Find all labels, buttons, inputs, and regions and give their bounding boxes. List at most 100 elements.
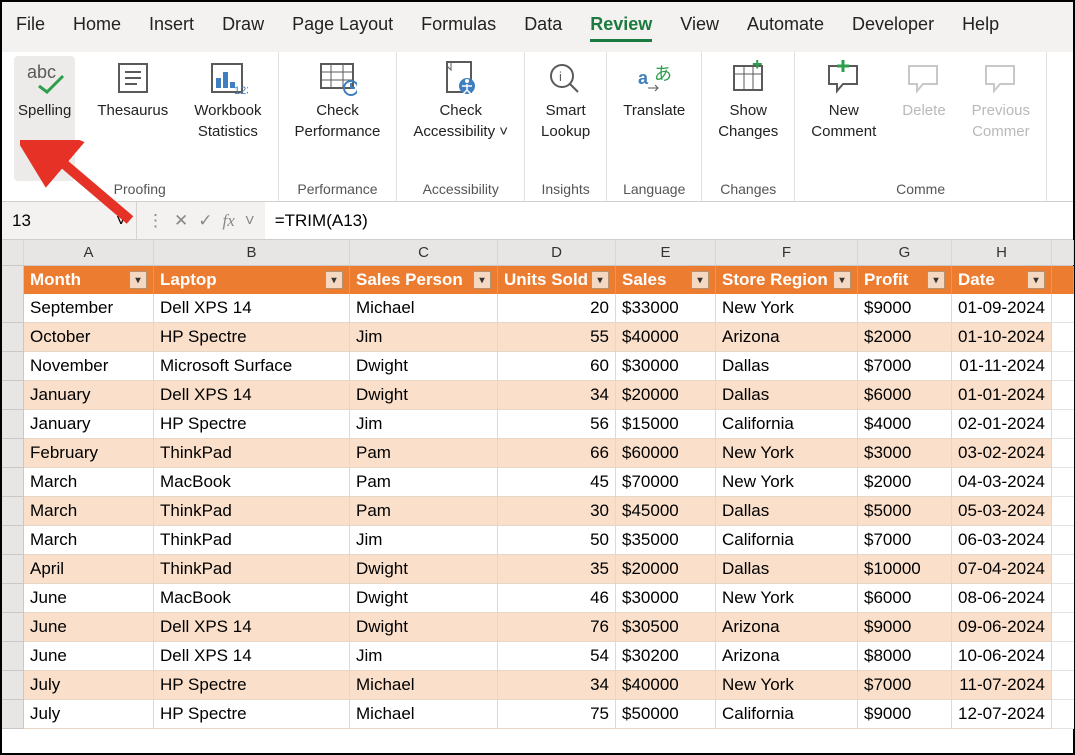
spelling-button[interactable]: abcSpelling bbox=[14, 56, 75, 181]
fx-icon[interactable]: fx bbox=[223, 211, 235, 231]
data-cell[interactable]: 01-10-2024 bbox=[952, 323, 1052, 352]
data-cell[interactable]: $15000 bbox=[616, 410, 716, 439]
smart-lookup-button[interactable]: iSmartLookup bbox=[537, 56, 594, 181]
data-cell[interactable]: January bbox=[24, 410, 154, 439]
data-cell[interactable]: $5000 bbox=[858, 497, 952, 526]
data-cell[interactable]: New York bbox=[716, 294, 858, 323]
header-cell-sales[interactable]: Sales▾ bbox=[616, 266, 716, 294]
row-number[interactable] bbox=[2, 613, 24, 642]
data-cell[interactable]: 09-06-2024 bbox=[952, 613, 1052, 642]
data-cell[interactable]: Dallas bbox=[716, 497, 858, 526]
data-cell[interactable]: January bbox=[24, 381, 154, 410]
data-cell[interactable]: $2000 bbox=[858, 468, 952, 497]
column-header-E[interactable]: E bbox=[616, 240, 716, 265]
menu-tab-insert[interactable]: Insert bbox=[149, 14, 194, 42]
column-header-F[interactable]: F bbox=[716, 240, 858, 265]
workbook-stats-button[interactable]: 123WorkbookStatistics bbox=[190, 56, 265, 181]
data-cell[interactable]: March bbox=[24, 468, 154, 497]
overflow-cell[interactable] bbox=[1052, 381, 1074, 410]
data-cell[interactable]: New York bbox=[716, 468, 858, 497]
filter-dropdown-icon[interactable]: ▾ bbox=[591, 271, 609, 289]
data-cell[interactable]: $9000 bbox=[858, 700, 952, 729]
data-cell[interactable]: Michael bbox=[350, 700, 498, 729]
data-cell[interactable]: 55 bbox=[498, 323, 616, 352]
data-cell[interactable]: October bbox=[24, 323, 154, 352]
menu-tab-draw[interactable]: Draw bbox=[222, 14, 264, 42]
menu-tab-help[interactable]: Help bbox=[962, 14, 999, 42]
menu-tab-formulas[interactable]: Formulas bbox=[421, 14, 496, 42]
data-cell[interactable]: 66 bbox=[498, 439, 616, 468]
data-cell[interactable]: Dell XPS 14 bbox=[154, 381, 350, 410]
data-cell[interactable]: New York bbox=[716, 671, 858, 700]
row-number[interactable] bbox=[2, 294, 24, 323]
data-cell[interactable]: New York bbox=[716, 439, 858, 468]
data-cell[interactable]: Dwight bbox=[350, 613, 498, 642]
overflow-cell[interactable] bbox=[1052, 700, 1074, 729]
data-cell[interactable]: 54 bbox=[498, 642, 616, 671]
row-number[interactable] bbox=[2, 700, 24, 729]
thesaurus-button[interactable]: Thesaurus bbox=[93, 56, 172, 181]
data-cell[interactable]: 01-11-2024 bbox=[952, 352, 1052, 381]
data-cell[interactable]: 05-03-2024 bbox=[952, 497, 1052, 526]
overflow-cell[interactable] bbox=[1052, 526, 1074, 555]
column-header-A[interactable]: A bbox=[24, 240, 154, 265]
header-cell-store-region[interactable]: Store Region▾ bbox=[716, 266, 858, 294]
data-cell[interactable]: Pam bbox=[350, 468, 498, 497]
data-cell[interactable]: $60000 bbox=[616, 439, 716, 468]
formula-input[interactable] bbox=[265, 202, 1073, 239]
select-all-corner[interactable] bbox=[2, 240, 24, 265]
data-cell[interactable]: $40000 bbox=[616, 671, 716, 700]
select-all-corner[interactable] bbox=[1052, 240, 1074, 265]
data-cell[interactable]: HP Spectre bbox=[154, 671, 350, 700]
data-cell[interactable]: $50000 bbox=[616, 700, 716, 729]
menu-tab-automate[interactable]: Automate bbox=[747, 14, 824, 42]
overflow-cell[interactable] bbox=[1052, 584, 1074, 613]
data-cell[interactable]: $20000 bbox=[616, 555, 716, 584]
data-cell[interactable]: Jim bbox=[350, 642, 498, 671]
menu-tab-developer[interactable]: Developer bbox=[852, 14, 934, 42]
enter-icon[interactable]: ✓ bbox=[198, 211, 212, 231]
data-cell[interactable]: $40000 bbox=[616, 323, 716, 352]
data-cell[interactable]: Arizona bbox=[716, 642, 858, 671]
data-cell[interactable]: HP Spectre bbox=[154, 700, 350, 729]
data-cell[interactable]: $7000 bbox=[858, 526, 952, 555]
column-header-D[interactable]: D bbox=[498, 240, 616, 265]
data-cell[interactable]: $9000 bbox=[858, 294, 952, 323]
data-cell[interactable]: $7000 bbox=[858, 671, 952, 700]
data-cell[interactable]: 01-09-2024 bbox=[952, 294, 1052, 323]
data-cell[interactable]: Dallas bbox=[716, 381, 858, 410]
data-cell[interactable]: MacBook bbox=[154, 468, 350, 497]
filter-dropdown-icon[interactable]: ▾ bbox=[325, 271, 343, 289]
filter-dropdown-icon[interactable]: ▾ bbox=[473, 271, 491, 289]
header-cell-sales-person[interactable]: Sales Person▾ bbox=[350, 266, 498, 294]
row-number[interactable] bbox=[2, 497, 24, 526]
show-changes-button[interactable]: +ShowChanges bbox=[714, 56, 782, 181]
data-cell[interactable]: Dwight bbox=[350, 555, 498, 584]
menu-tab-data[interactable]: Data bbox=[524, 14, 562, 42]
overflow-cell[interactable] bbox=[1052, 613, 1074, 642]
data-cell[interactable]: 50 bbox=[498, 526, 616, 555]
data-cell[interactable]: 46 bbox=[498, 584, 616, 613]
data-cell[interactable]: ThinkPad bbox=[154, 497, 350, 526]
menu-tab-home[interactable]: Home bbox=[73, 14, 121, 42]
check-performance-button[interactable]: CheckPerformance bbox=[291, 56, 385, 181]
data-cell[interactable]: February bbox=[24, 439, 154, 468]
column-header-H[interactable]: H bbox=[952, 240, 1052, 265]
row-number[interactable] bbox=[2, 410, 24, 439]
data-cell[interactable]: 08-06-2024 bbox=[952, 584, 1052, 613]
data-cell[interactable]: MacBook bbox=[154, 584, 350, 613]
data-cell[interactable]: 10-06-2024 bbox=[952, 642, 1052, 671]
row-number[interactable] bbox=[2, 266, 24, 294]
data-cell[interactable]: HP Spectre bbox=[154, 410, 350, 439]
overflow-cell[interactable] bbox=[1052, 352, 1074, 381]
data-cell[interactable]: July bbox=[24, 671, 154, 700]
data-cell[interactable]: $4000 bbox=[858, 410, 952, 439]
row-number[interactable] bbox=[2, 352, 24, 381]
data-cell[interactable]: $9000 bbox=[858, 613, 952, 642]
data-cell[interactable]: $30000 bbox=[616, 584, 716, 613]
row-number[interactable] bbox=[2, 381, 24, 410]
data-cell[interactable]: $2000 bbox=[858, 323, 952, 352]
new-comment-button[interactable]: NewComment bbox=[807, 56, 880, 181]
data-cell[interactable]: Michael bbox=[350, 294, 498, 323]
data-cell[interactable]: 45 bbox=[498, 468, 616, 497]
